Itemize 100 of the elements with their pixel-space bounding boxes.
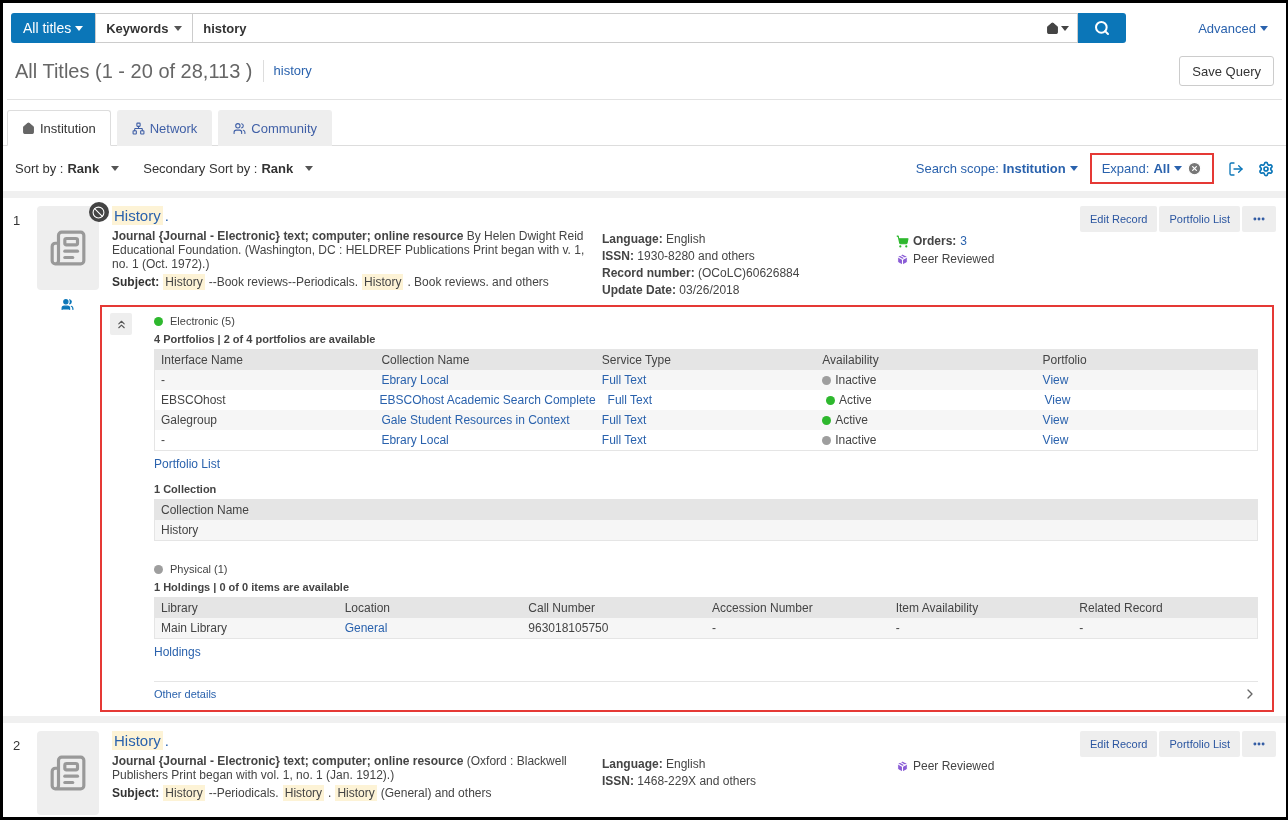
orders-link[interactable]: 3 (960, 234, 968, 248)
field-dropdown[interactable]: Keywords (95, 13, 194, 43)
export-button[interactable] (1228, 160, 1244, 177)
record-button[interactable]: Edit Record (1080, 731, 1158, 757)
scope-tab[interactable]: Institution (7, 110, 111, 146)
query-link[interactable]: history (262, 60, 312, 82)
column-header: Collection Name (160, 503, 251, 517)
clear-icon[interactable] (1187, 161, 1202, 176)
search-button[interactable] (1078, 13, 1127, 43)
sort-dropdown[interactable]: Sort by : Rank (15, 161, 120, 176)
highlighted-term: History (335, 785, 377, 801)
table-link[interactable]: EBSCOhost Academic Search Complete (373, 393, 602, 407)
availability-cell: Inactive (816, 373, 1037, 387)
result-number: 2 (13, 737, 22, 755)
search-field[interactable]: history (193, 13, 1079, 43)
save-query-button[interactable]: Save Query (1179, 56, 1274, 86)
section-heading: Electronic (5) (170, 315, 235, 327)
record-button[interactable]: Edit Record (1080, 206, 1158, 232)
collapse-button[interactable] (110, 313, 132, 335)
caret-icon (75, 25, 84, 31)
home-icon[interactable] (1046, 21, 1060, 35)
table-cell-text: Galegroup (160, 413, 219, 427)
availability-cell: Active (820, 393, 1039, 407)
table-link[interactable]: View (1036, 413, 1257, 427)
cube-icon (896, 252, 909, 266)
column-header: Related Record (1078, 601, 1164, 615)
advanced-link[interactable]: Advanced (1198, 20, 1268, 36)
column-header: Location (343, 601, 392, 615)
title-period: . (164, 732, 169, 749)
record-detail: Record number: (OCoLC)60626884 (602, 266, 801, 280)
subject-text: . (328, 786, 332, 800)
record-detail: Language: English (602, 757, 707, 771)
column-header: Call Number (527, 601, 596, 615)
peer-reviewed-label: Peer Reviewed (896, 759, 1076, 773)
record-detail: Language: English (602, 232, 707, 246)
subject-label: Subject: (112, 786, 160, 800)
column-header: Library (160, 601, 199, 615)
record-title[interactable]: History (112, 731, 163, 750)
table-link[interactable]: View (1036, 433, 1257, 447)
record-description: Journal {Journal - Electronic} text; computer; online resource (Oxford : Blackwell Publishers Print began with vol. 1, no. 1 (Jan. 1912).) (112, 754, 568, 782)
table-link[interactable]: Ebrary Local (375, 373, 596, 387)
home-icon (22, 121, 35, 135)
orders-info: Orders: 3 (896, 234, 1076, 248)
record-button[interactable]: Portfolio List (1159, 206, 1240, 232)
caret-icon (1061, 25, 1070, 31)
result-number: 1 (13, 212, 22, 230)
scope-tab[interactable]: Network (116, 110, 213, 146)
highlighted-term: History (163, 785, 205, 801)
table-cell-text: History (160, 523, 200, 537)
column-header: Portfolio (1041, 353, 1088, 367)
cart-icon (896, 234, 909, 248)
table-cell-text: - (1078, 621, 1085, 635)
table-link[interactable]: Full Text (595, 413, 817, 427)
caret-icon (1260, 25, 1268, 31)
column-header: Collection Name (380, 353, 471, 367)
subject-text: (General) and others (380, 786, 492, 800)
column-header: Accession Number (711, 601, 814, 615)
record-title[interactable]: History (112, 206, 163, 225)
section-summary: 4 Portfolios | 2 of 4 portfolios are available (154, 333, 377, 345)
secondary-sort-dropdown[interactable]: Secondary Sort by : Rank (143, 161, 314, 176)
column-header: Item Availability (894, 601, 980, 615)
table-cell-text: - (160, 373, 166, 387)
expand-dropdown[interactable]: Expand: All (1101, 161, 1182, 176)
table-link[interactable]: Full Text (595, 373, 817, 387)
availability-cell: Active (816, 413, 1037, 427)
newspaper-icon (48, 754, 87, 792)
table-cell-text: - (160, 433, 166, 447)
table-cell-text: Main Library (160, 621, 229, 635)
query-input[interactable]: history (201, 19, 1047, 37)
column-header: Availability (821, 353, 880, 367)
users-icon (233, 122, 247, 135)
table-link[interactable]: General (338, 621, 523, 635)
subject-text: --Book reviews--Periodicals. (208, 275, 359, 289)
results-title: All Titles (1 - 20 of 28,113 ) (15, 59, 253, 83)
table-link[interactable]: View (1038, 393, 1257, 407)
table-cell-text: EBSCOhost (160, 393, 227, 407)
table-link[interactable]: Full Text (595, 433, 817, 447)
highlighted-term: History (163, 274, 205, 290)
cube-icon (896, 759, 909, 773)
table-link[interactable]: Gale Student Resources in Context (375, 413, 596, 427)
section-link[interactable]: Holdings (154, 645, 201, 659)
table-cell-text: 963018105750 (527, 621, 610, 635)
scope-tab[interactable]: Community (218, 110, 333, 146)
highlighted-term: History (282, 785, 325, 801)
table-link[interactable]: Ebrary Local (375, 433, 596, 447)
record-button[interactable]: Portfolio List (1159, 731, 1240, 757)
record-detail: Update Date: 03/26/2018 (602, 283, 741, 297)
column-header: Interface Name (160, 353, 245, 367)
record-detail: ISSN: 1468-229X and others (602, 774, 758, 788)
search-scope-dropdown[interactable]: Search scope: Institution (915, 161, 1078, 176)
scope-dropdown[interactable]: All titles (11, 13, 96, 43)
caret-icon (174, 25, 183, 31)
other-details-link[interactable]: Other details (154, 688, 217, 700)
section-summary: 1 Holdings | 0 of 0 items are available (154, 581, 351, 593)
section-link[interactable]: Portfolio List (154, 457, 221, 471)
settings-button[interactable] (1258, 160, 1274, 177)
table-link[interactable]: View (1036, 373, 1257, 387)
subject-text: --Periodicals. (208, 786, 279, 800)
peer-reviewed-label: Peer Reviewed (896, 252, 1076, 266)
table-link[interactable]: Full Text (601, 393, 821, 407)
